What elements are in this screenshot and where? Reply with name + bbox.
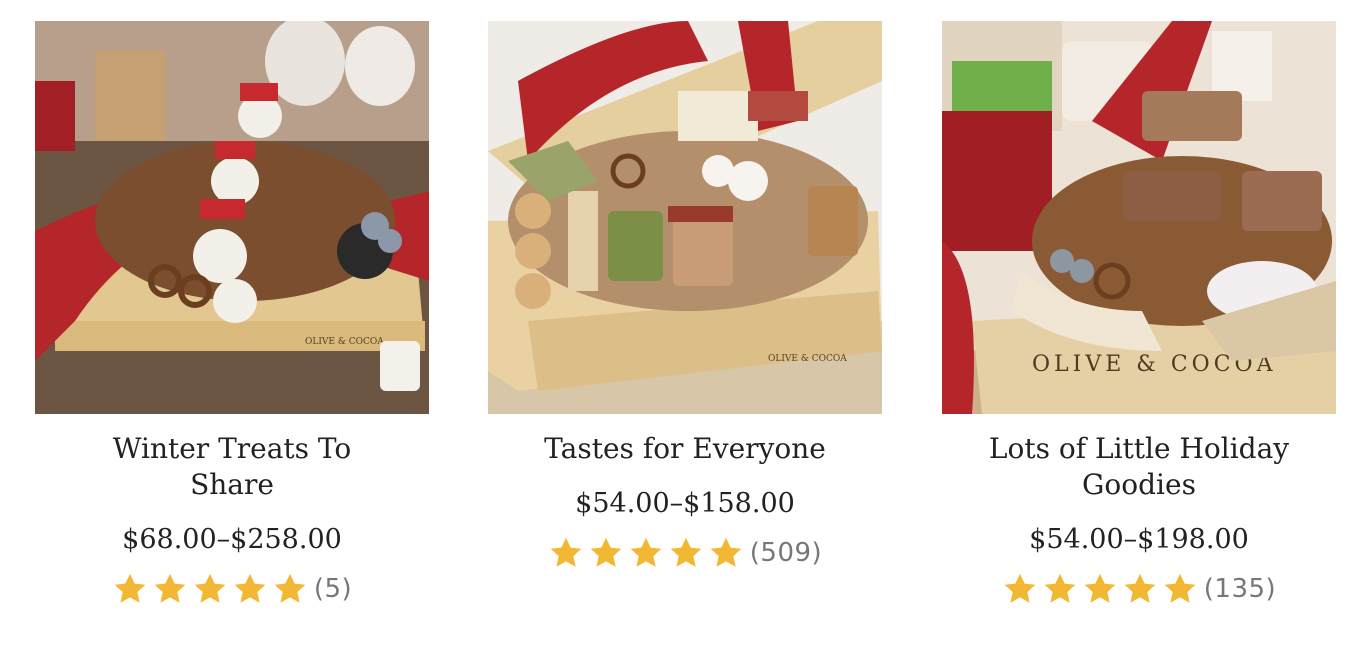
star-rating xyxy=(112,571,308,607)
star-icon xyxy=(232,571,268,607)
product-card[interactable]: OLIVE & COCOA Winter Treats To Share $68… xyxy=(35,21,429,609)
star-icon xyxy=(112,571,148,607)
product-title[interactable]: Winter Treats To Share xyxy=(35,431,429,503)
star-icon xyxy=(152,571,188,607)
product-image[interactable]: OLIVE & COCOA xyxy=(488,21,882,414)
product-rating[interactable]: (509) xyxy=(488,533,882,573)
star-icon xyxy=(668,535,704,571)
product-title[interactable]: Tastes for Everyone xyxy=(488,431,882,467)
review-count[interactable]: (5) xyxy=(314,574,352,604)
review-count[interactable]: (135) xyxy=(1204,574,1276,604)
product-rating[interactable]: (135) xyxy=(942,569,1336,609)
star-icon xyxy=(1002,571,1038,607)
review-count[interactable]: (509) xyxy=(750,538,822,568)
star-icon xyxy=(708,535,744,571)
product-price: $68.00–$258.00 xyxy=(122,524,342,555)
box-brand-text: OLIVE & COCOA xyxy=(768,354,847,364)
product-title[interactable]: Lots of Little Holiday Goodies xyxy=(942,431,1336,503)
star-icon xyxy=(1162,571,1198,607)
product-image[interactable]: OLIVE & COCOA xyxy=(35,21,429,414)
product-price: $54.00–$158.00 xyxy=(575,488,795,519)
star-rating xyxy=(548,535,744,571)
product-price: $54.00–$198.00 xyxy=(1029,524,1249,555)
gift-box-photo: OLIVE & COCOA xyxy=(488,21,882,414)
star-icon xyxy=(588,535,624,571)
product-rating[interactable]: (5) xyxy=(35,569,429,609)
star-icon xyxy=(628,535,664,571)
gift-box-photo: OLIVE & COCOA xyxy=(942,21,1336,414)
product-image[interactable]: OLIVE & COCOA xyxy=(942,21,1336,414)
product-card[interactable]: OLIVE & COCOA Lots of Little Holiday Goo… xyxy=(942,21,1336,609)
star-icon xyxy=(548,535,584,571)
product-card[interactable]: OLIVE & COCOA Tastes for Everyone $54.00… xyxy=(488,21,882,573)
star-icon xyxy=(1042,571,1078,607)
star-icon xyxy=(1082,571,1118,607)
star-icon xyxy=(192,571,228,607)
star-icon xyxy=(272,571,308,607)
star-icon xyxy=(1122,571,1158,607)
product-grid: OLIVE & COCOA Winter Treats To Share $68… xyxy=(0,0,1370,650)
box-brand-text: OLIVE & COCOA xyxy=(305,337,384,347)
gift-box-photo: OLIVE & COCOA xyxy=(35,21,429,414)
star-rating xyxy=(1002,571,1198,607)
